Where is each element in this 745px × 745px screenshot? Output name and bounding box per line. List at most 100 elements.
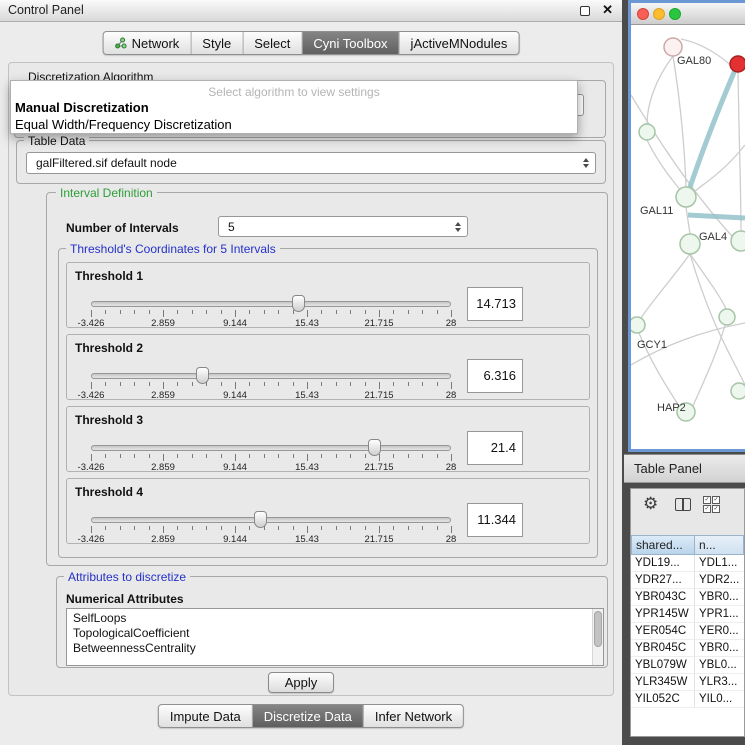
network-node[interactable] — [719, 309, 735, 325]
gear-icon[interactable]: ⚙ — [643, 494, 658, 514]
table-body[interactable]: YDL19...YDL1...YDR27...YDR2...YBR043CYBR… — [631, 555, 744, 736]
table-cell[interactable]: YIL052C — [631, 691, 695, 707]
table-cell[interactable]: YDR27... — [631, 572, 695, 588]
threshold-2-value-field[interactable]: 6.316 — [467, 359, 523, 393]
table-cell[interactable]: YPR1... — [695, 606, 744, 622]
table-cell[interactable]: YER0... — [695, 623, 744, 639]
control-panel: Control Panel ✕ Network Style Select Cyn… — [0, 0, 622, 745]
tick-mark — [393, 310, 394, 314]
table-cell[interactable]: YBR045C — [631, 640, 695, 656]
tab-jactivemnodules[interactable]: jActiveMNodules — [400, 32, 519, 54]
close-traffic-light-icon[interactable] — [637, 8, 649, 20]
column-header-name[interactable]: n... — [695, 535, 744, 555]
tick-mark — [249, 454, 250, 458]
network-node[interactable] — [731, 231, 745, 251]
tick-mark — [379, 382, 380, 389]
tick-mark — [336, 310, 337, 314]
tick-mark — [206, 526, 207, 530]
table-cell[interactable]: YLR3... — [695, 674, 744, 690]
network-node-selected[interactable] — [730, 56, 745, 72]
threshold-1-slider[interactable] — [91, 301, 451, 307]
network-node[interactable] — [731, 383, 745, 399]
tab-network[interactable]: Network — [104, 32, 192, 54]
tick-mark — [321, 310, 322, 314]
network-node[interactable] — [631, 317, 645, 333]
algorithm-dropdown-popup: Select algorithm to view settings Manual… — [10, 80, 578, 134]
table-panel-header: Table Panel — [624, 454, 745, 483]
table-row[interactable]: YLR345WYLR3... — [631, 674, 744, 691]
tab-cyni-toolbox[interactable]: Cyni Toolbox — [302, 32, 399, 54]
list-item[interactable]: BetweennessCentrality — [67, 641, 603, 656]
network-node[interactable] — [676, 187, 696, 207]
network-canvas[interactable]: GAL80 GAL11 GAL4 GCY1 HAP2 — [631, 25, 745, 449]
table-cell[interactable]: YIL0... — [695, 691, 744, 707]
bottom-tab-bar: Impute Data Discretize Data Infer Networ… — [158, 704, 464, 728]
tab-infer-network[interactable]: Infer Network — [364, 705, 463, 727]
threshold-3-value-field[interactable]: 21.4 — [467, 431, 523, 465]
table-row[interactable]: YBL079WYBL0... — [631, 657, 744, 674]
table-data-combobox[interactable]: galFiltered.sif default node — [26, 152, 596, 174]
tab-select[interactable]: Select — [243, 32, 302, 54]
checkbox-icon: ✓ — [712, 505, 720, 513]
table-row[interactable]: YBR045CYBR0... — [631, 640, 744, 657]
table-cell[interactable]: YBL0... — [695, 657, 744, 673]
select-columns-icon[interactable]: ✓ ✓ ✓ ✓ — [703, 496, 720, 513]
tick-mark — [163, 526, 164, 533]
close-icon[interactable]: ✕ — [602, 2, 613, 18]
float-window-icon[interactable] — [580, 6, 590, 16]
tick-mark — [206, 382, 207, 386]
tick-mark — [350, 382, 351, 386]
zoom-traffic-light-icon[interactable] — [669, 8, 681, 20]
tick-mark — [307, 382, 308, 389]
columns-icon[interactable] — [675, 498, 691, 511]
network-node[interactable] — [664, 38, 682, 56]
tick-label: 2.859 — [151, 318, 175, 329]
numerical-attributes-list[interactable]: SelfLoopsTopologicalCoefficientBetweenne… — [66, 608, 604, 666]
table-cell[interactable]: YBR0... — [695, 640, 744, 656]
list-item[interactable]: TopologicalCoefficient — [67, 626, 603, 641]
threshold-4-value-field[interactable]: 11.344 — [467, 503, 523, 537]
apply-button[interactable]: Apply — [268, 672, 334, 693]
node-label-gal4: GAL4 — [699, 231, 727, 243]
minimize-traffic-light-icon[interactable] — [653, 8, 665, 20]
table-cell[interactable]: YDL19... — [631, 555, 695, 571]
table-cell[interactable]: YER054C — [631, 623, 695, 639]
table-header-row: shared... n... — [631, 535, 744, 555]
tick-mark — [221, 454, 222, 458]
table-row[interactable]: YBR043CYBR0... — [631, 589, 744, 606]
tick-mark — [249, 526, 250, 530]
table-row[interactable]: YPR145WYPR1... — [631, 606, 744, 623]
table-cell[interactable]: YBL079W — [631, 657, 695, 673]
table-cell[interactable]: YLR345W — [631, 674, 695, 690]
threshold-3-slider[interactable] — [91, 445, 451, 451]
tick-label: 28 — [446, 318, 457, 329]
tab-discretize-data-label: Discretize Data — [264, 709, 352, 724]
tick-mark — [350, 454, 351, 458]
table-row[interactable]: YDL19...YDL1... — [631, 555, 744, 572]
scrollbar-thumb[interactable] — [594, 611, 602, 647]
algorithm-option-equal-width[interactable]: Equal Width/Frequency Discretization — [15, 117, 232, 132]
table-data-group-title: Table Data — [24, 134, 89, 148]
table-cell[interactable]: YPR145W — [631, 606, 695, 622]
threshold-4-slider[interactable] — [91, 517, 451, 523]
network-node[interactable] — [639, 124, 655, 140]
number-of-intervals-combobox[interactable]: 5 — [218, 216, 468, 237]
threshold-1-value-field[interactable]: 14.713 — [467, 287, 523, 321]
tab-impute-data[interactable]: Impute Data — [159, 705, 253, 727]
table-row[interactable]: YDR27...YDR2... — [631, 572, 744, 589]
algorithm-option-manual[interactable]: Manual Discretization — [15, 100, 149, 115]
table-cell[interactable]: YBR043C — [631, 589, 695, 605]
tab-discretize-data[interactable]: Discretize Data — [253, 705, 364, 727]
table-cell[interactable]: YBR0... — [695, 589, 744, 605]
column-header-shared-name[interactable]: shared... — [631, 535, 695, 555]
table-cell[interactable]: YDL1... — [695, 555, 744, 571]
table-row[interactable]: YER054CYER0... — [631, 623, 744, 640]
table-cell[interactable]: YDR2... — [695, 572, 744, 588]
threshold-2-slider[interactable] — [91, 373, 451, 379]
table-data-selected: galFiltered.sif default node — [36, 153, 177, 173]
tab-style[interactable]: Style — [191, 32, 243, 54]
list-item[interactable]: SelfLoops — [67, 611, 603, 626]
table-row[interactable]: YIL052CYIL0... — [631, 691, 744, 708]
network-node[interactable] — [680, 234, 700, 254]
list-scrollbar[interactable] — [592, 609, 603, 665]
